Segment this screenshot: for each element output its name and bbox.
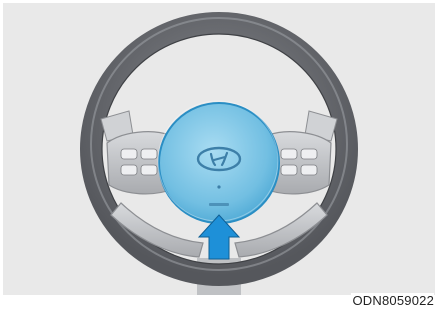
steering-wheel-illustration (80, 12, 358, 295)
figure-frame: ODN8059022 (0, 0, 438, 309)
horn-mark-icon (217, 185, 221, 189)
airbag-label-mark (209, 203, 229, 206)
figure-code: ODN8059022 (350, 293, 434, 309)
